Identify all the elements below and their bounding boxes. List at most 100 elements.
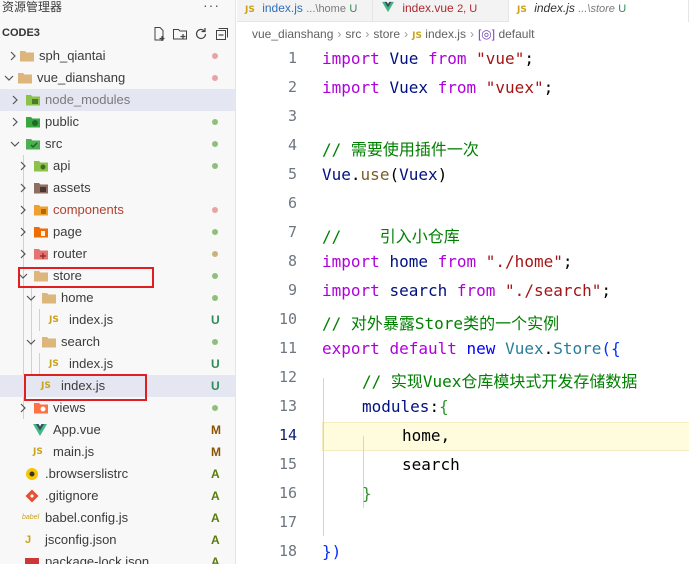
tab-name: index.js (534, 1, 575, 15)
line-number: 18 (278, 542, 297, 560)
code-line: import search from "./search"; (322, 281, 612, 300)
public-folder-icon (26, 117, 40, 128)
src-folder-icon (26, 139, 40, 150)
tree-item-label: api (53, 158, 71, 173)
code-comment: // 对外暴露Store类的一个实例 (322, 314, 560, 333)
npm-file-icon (25, 558, 39, 564)
tree-item-app-vue[interactable]: App.vue M (0, 419, 235, 441)
status-dot (212, 141, 218, 147)
tab-index-vue[interactable]: index.vue 2, U (373, 0, 509, 22)
breadcrumb-item[interactable]: index.js (425, 27, 466, 41)
tab-name: index.vue (402, 1, 454, 15)
js-file-icon: JS (412, 31, 422, 41)
status-dot (212, 251, 218, 257)
status-dot (212, 405, 218, 411)
breadcrumb-item[interactable]: vue_dianshang (252, 27, 333, 41)
git-status-badge: U (211, 357, 220, 371)
code-comment: // 实现Vuex仓库模块式开发存储数据 (362, 372, 638, 391)
chevron-right-icon (20, 227, 26, 237)
js-file-icon: JS (33, 447, 43, 457)
chevron-right-icon (20, 249, 26, 259)
tree-item-components[interactable]: components (0, 199, 235, 221)
breadcrumb-item[interactable]: store (373, 27, 400, 41)
symbol-icon: [◎] (477, 27, 496, 41)
tree-item-label: jsconfig.json (45, 532, 117, 547)
code-line: } (362, 484, 372, 503)
tree-item-jsconfig[interactable]: J jsconfig.json A (0, 529, 235, 551)
line-number: 16 (278, 484, 297, 502)
collapse-all-icon[interactable] (214, 26, 230, 42)
chevron-right-icon (12, 95, 18, 105)
tree-item-router[interactable]: router (0, 243, 235, 265)
project-header[interactable]: CODE3 (0, 24, 235, 46)
tab-store-index-js[interactable]: JS index.js ...\store U (509, 0, 689, 22)
browserslist-file-icon (26, 468, 38, 480)
tree-item-assets[interactable]: assets (0, 177, 235, 199)
chevron-right-icon: › (469, 27, 474, 41)
tree-item-gitignore[interactable]: .gitignore A (0, 485, 235, 507)
tree-item-label: sph_qiantai (39, 48, 106, 63)
tree-item-package-lock[interactable]: package-lock.json A (0, 551, 235, 564)
tree-item-label: main.js (53, 444, 95, 459)
git-status-badge: A (211, 467, 220, 481)
git-status-badge: A (211, 533, 220, 547)
tab-name: index.js (262, 1, 303, 15)
tree-item-vue-dianshang[interactable]: vue_dianshang (0, 67, 235, 89)
code-editor[interactable]: 1 2 3 4 5 6 7 8 9 10 11 12 13 14 15 16 1… (237, 44, 689, 564)
line-number: 3 (287, 107, 297, 125)
views-folder-icon (34, 403, 48, 414)
tree-item-browserslistrc[interactable]: .browserslistrc A (0, 463, 235, 485)
tree-item-babel-config[interactable]: babel babel.config.js A (0, 507, 235, 529)
code-comment: // 引入小仓库 (322, 227, 460, 246)
status-dot (212, 339, 218, 345)
code-line: import home from "./home"; (322, 252, 573, 271)
folder-open-icon (42, 293, 56, 304)
git-status-badge: U (211, 379, 220, 393)
status-dot (212, 53, 218, 59)
tree-item-label: src (45, 136, 63, 151)
line-number: 12 (278, 368, 297, 386)
line-number: 8 (287, 252, 297, 270)
git-status-badge: A (211, 555, 220, 564)
explorer-title-label: 资源管理器 (2, 0, 63, 14)
line-number: 4 (287, 136, 297, 154)
vue-file-icon (382, 1, 394, 13)
status-dot (212, 207, 218, 213)
tree-item-public[interactable]: public (0, 111, 235, 133)
code-line: search (402, 455, 460, 474)
tree-item-label: components (53, 202, 124, 217)
tree-item-label: public (45, 114, 79, 129)
code-line: modules:{ (362, 397, 449, 416)
chevron-right-icon (12, 117, 18, 127)
tree-item-page[interactable]: page (0, 221, 235, 243)
tab-home-index-js[interactable]: JS index.js ...\home U (237, 0, 373, 22)
page-folder-icon (34, 227, 48, 238)
code-comment: // 需要使用插件一次 (322, 140, 479, 159)
tree-item-node-modules[interactable]: node_modules (0, 89, 235, 111)
chevron-down-icon (10, 141, 20, 147)
line-number: 10 (278, 310, 297, 328)
status-dot (212, 295, 218, 301)
new-folder-icon[interactable] (172, 26, 188, 42)
tree-item-home[interactable]: home (0, 287, 235, 309)
git-file-icon (25, 489, 39, 503)
tree-item-search-index-js[interactable]: JS index.js U (0, 353, 235, 375)
tree-item-sph-qiantai[interactable]: sph_qiantai (0, 45, 235, 67)
js-file-icon: JS (517, 5, 527, 15)
chevron-down-icon (26, 295, 36, 301)
tree-item-search[interactable]: search (0, 331, 235, 353)
indent-guide (323, 378, 324, 536)
breadcrumb-item[interactable]: src (345, 27, 361, 41)
breadcrumb-item[interactable]: default (498, 27, 534, 41)
tree-item-src[interactable]: src (0, 133, 235, 155)
refresh-icon[interactable] (193, 26, 209, 42)
tree-item-main-js[interactable]: JS main.js M (0, 441, 235, 463)
router-folder-icon (34, 249, 48, 260)
project-name: CODE3 (2, 27, 40, 39)
tree-item-home-index-js[interactable]: JS index.js U (0, 309, 235, 331)
code-line: import Vue from "vue"; (322, 49, 534, 68)
tab-status: U (618, 3, 627, 15)
tree-item-api[interactable]: api (0, 155, 235, 177)
new-file-icon[interactable] (151, 26, 167, 42)
more-actions-icon[interactable]: ··· (203, 0, 220, 12)
